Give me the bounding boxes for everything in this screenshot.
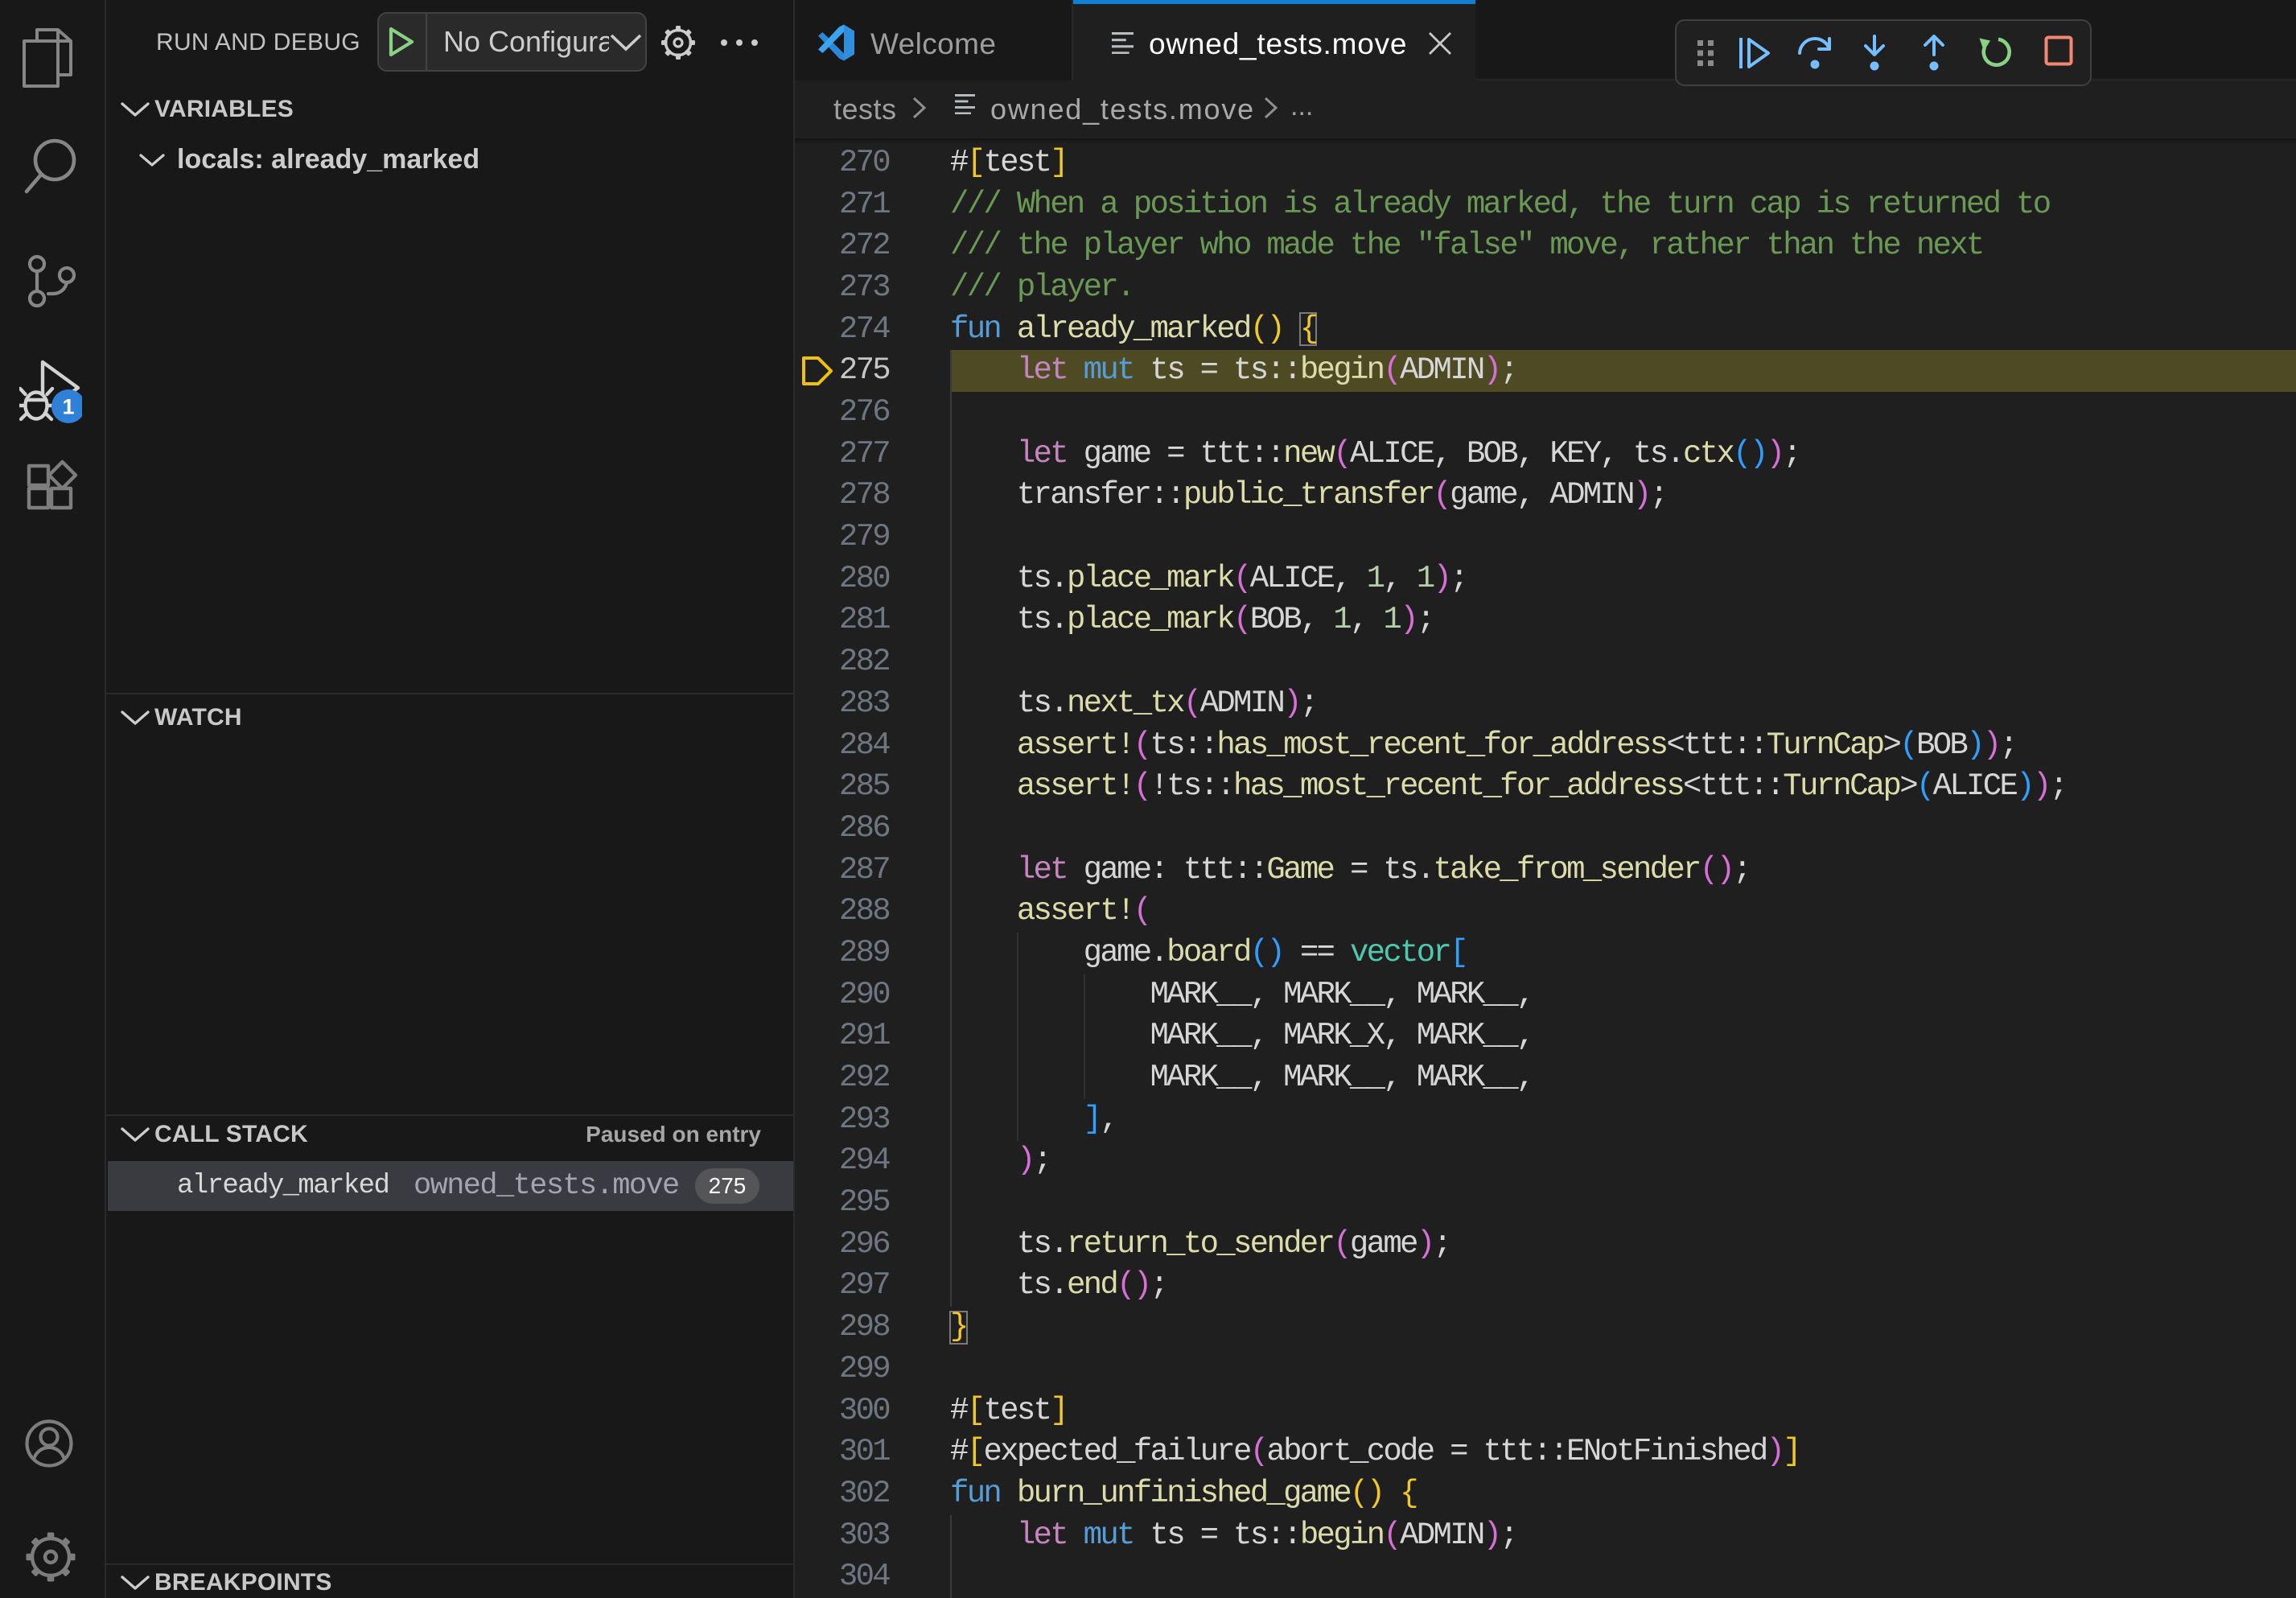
svg-text:1: 1 xyxy=(62,395,74,419)
